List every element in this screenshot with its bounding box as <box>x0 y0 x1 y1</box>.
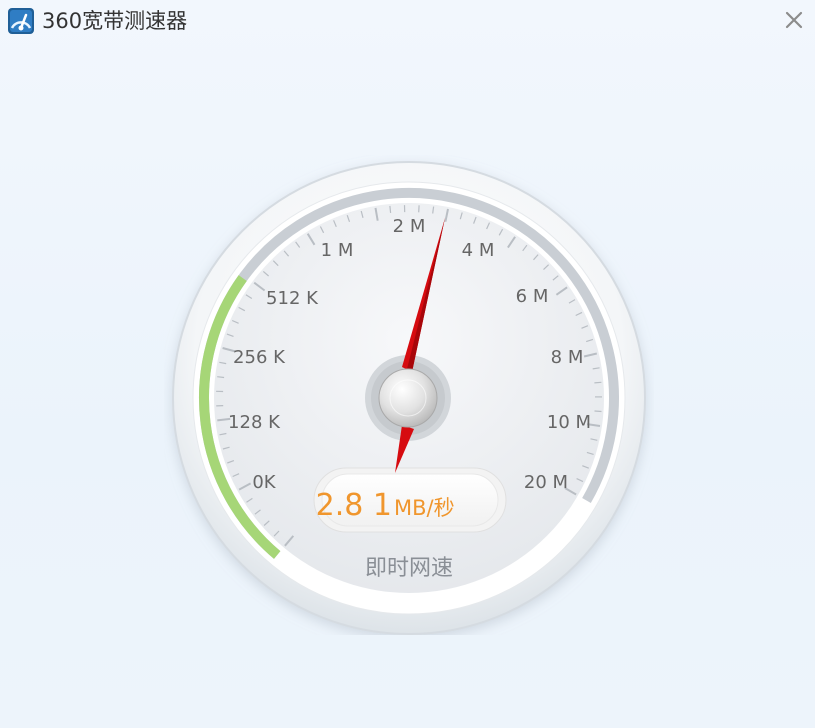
scale-label-8m: 8 M <box>551 347 584 368</box>
gauge-dial: 0K 128 K 256 K 512 K 1 M 2 M 4 M 6 M 8 M… <box>172 161 646 635</box>
scale-label-256k: 256 K <box>233 347 286 368</box>
speed-test-window: 360宽带测速器 0K 128 K 256 K 512 K 1 M 2 M 4 … <box>0 0 815 728</box>
title-bar: 360宽带测速器 <box>0 0 815 42</box>
scale-label-6m: 6 M <box>516 286 549 307</box>
scale-label-1m: 1 M <box>321 240 354 261</box>
gauge-caption: 即时网速 <box>365 556 453 581</box>
scale-label-512k: 512 K <box>266 288 319 309</box>
scale-label-128k: 128 K <box>228 412 281 433</box>
gauge-tick <box>389 205 392 213</box>
scale-label-0k: 0K <box>252 472 276 493</box>
close-icon[interactable] <box>781 7 807 33</box>
gauge-tick <box>217 376 225 379</box>
scale-label-2m: 2 M <box>393 216 426 237</box>
speed-unit: MB/秒 <box>394 496 455 520</box>
scale-label-20m: 20 M <box>524 472 568 493</box>
speed-value: 2.8 1 <box>316 488 392 523</box>
scale-label-4m: 4 M <box>462 240 495 261</box>
needle-hub <box>378 368 438 428</box>
scale-label-10m: 10 M <box>547 412 591 433</box>
gauge-tick <box>594 381 602 384</box>
speed-gauge: 0K 128 K 256 K 512 K 1 M 2 M 4 M 6 M 8 M… <box>164 155 654 635</box>
gauge-tick <box>594 410 602 413</box>
speedometer-icon <box>8 8 34 34</box>
window-title: 360宽带测速器 <box>42 9 188 33</box>
